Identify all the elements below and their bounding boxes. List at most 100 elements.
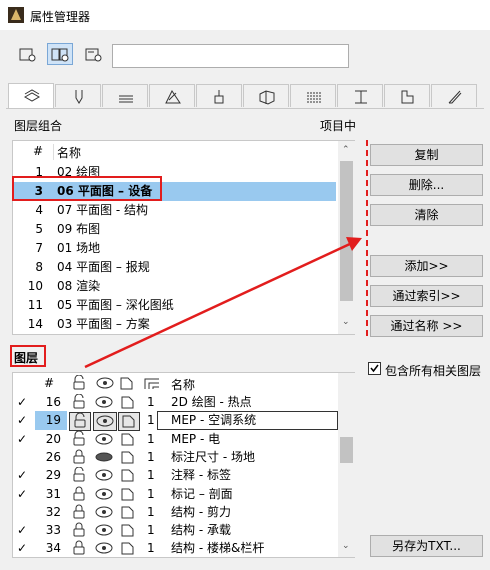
unlock-icon bbox=[73, 430, 85, 446]
layer-wireframe-toggle[interactable] bbox=[118, 431, 138, 448]
layer-lock-toggle[interactable] bbox=[69, 504, 89, 521]
solid-view-icon bbox=[121, 542, 134, 555]
layers-scroll-thumb[interactable] bbox=[340, 437, 353, 463]
lock-icon bbox=[73, 540, 85, 555]
layer-row-name: 结构 - 承载 bbox=[171, 523, 231, 538]
layer-wireframe-toggle[interactable] bbox=[118, 394, 138, 411]
solid-view-icon bbox=[121, 488, 134, 500]
layer-check-icon: ✓ bbox=[17, 541, 28, 556]
layer-intersection-group[interactable]: 1 bbox=[147, 411, 155, 430]
layer-row-name: MEP - 空调系统 bbox=[171, 413, 257, 428]
layer-visibility-toggle[interactable] bbox=[93, 540, 115, 557]
include-related-checkbox[interactable] bbox=[368, 362, 381, 375]
layer-intersection-group[interactable]: 1 bbox=[147, 539, 155, 558]
lock-icon bbox=[73, 504, 85, 519]
lock-icon bbox=[73, 449, 85, 464]
intersection-column-icon bbox=[144, 378, 159, 389]
layer-row-num: 29 bbox=[45, 468, 61, 483]
layer-row-num: 31 bbox=[45, 486, 61, 501]
layer-wireframe-toggle[interactable] bbox=[118, 522, 138, 539]
layer-row-name: 结构 - 楼梯&栏杆 bbox=[171, 541, 265, 556]
layer-row[interactable]: ✓ 31 1 标记 – 剖面 bbox=[13, 485, 336, 504]
layer-row[interactable]: ✓ 33 1 结构 - 承载 bbox=[13, 521, 336, 540]
layer-lock-toggle[interactable] bbox=[69, 394, 89, 411]
layer-row[interactable]: 32 1 结构 - 剪力 bbox=[13, 503, 336, 522]
layer-visibility-toggle[interactable] bbox=[93, 412, 117, 432]
layer-wireframe-toggle[interactable] bbox=[118, 449, 138, 466]
solid-view-icon bbox=[121, 469, 134, 482]
layer-row-num: 32 bbox=[45, 504, 61, 519]
layers-header-num: # bbox=[44, 376, 55, 390]
layer-check-icon: ✓ bbox=[17, 413, 28, 428]
layers-label: 图层 bbox=[14, 351, 39, 365]
unlock-icon bbox=[73, 467, 85, 482]
layer-intersection-group[interactable]: 1 bbox=[147, 448, 155, 467]
layer-row[interactable]: ✓ 19 1 MEP - 空调系统 bbox=[13, 411, 338, 432]
layer-row-num: 26 bbox=[45, 449, 61, 464]
eye-icon bbox=[95, 469, 113, 481]
layer-wireframe-toggle[interactable] bbox=[118, 486, 138, 503]
wireframe-column-icon bbox=[120, 377, 133, 390]
layer-visibility-toggle[interactable] bbox=[93, 449, 115, 466]
layer-row-name: 标注尺寸 - 场地 bbox=[171, 449, 255, 464]
eye-icon bbox=[95, 433, 113, 445]
layer-wireframe-toggle[interactable] bbox=[118, 540, 138, 557]
layer-wireframe-toggle[interactable] bbox=[118, 412, 140, 432]
layer-intersection-group[interactable]: 1 bbox=[147, 485, 155, 504]
eye-icon bbox=[95, 542, 113, 554]
scroll-down-icon[interactable]: ⌄ bbox=[342, 541, 350, 551]
layer-lock-toggle[interactable] bbox=[69, 522, 89, 539]
layer-row-name: 结构 - 剪力 bbox=[171, 504, 231, 519]
layer-row-num: 33 bbox=[45, 523, 61, 538]
layer-intersection-group[interactable]: 1 bbox=[147, 430, 155, 449]
save-as-txt-button[interactable]: 另存为TXT... bbox=[370, 535, 483, 557]
layer-row[interactable]: 26 1 标注尺寸 - 场地 bbox=[13, 448, 336, 467]
layers-list[interactable]: # 名称 ✓ 16 1 2D 绘图 - 热点 ✓ 19 1 MEP - 空调系统 ✓ 20 1 MEP… bbox=[12, 372, 355, 558]
layer-wireframe-toggle[interactable] bbox=[118, 467, 138, 484]
lock-icon bbox=[73, 486, 85, 500]
layer-wireframe-toggle[interactable] bbox=[118, 504, 138, 521]
layer-visibility-toggle[interactable] bbox=[93, 486, 115, 503]
layer-lock-toggle[interactable] bbox=[69, 467, 89, 484]
layer-intersection-group[interactable]: 1 bbox=[147, 503, 155, 522]
layer-row[interactable]: ✓ 34 1 结构 - 楼梯&栏杆 bbox=[13, 539, 336, 558]
layer-visibility-toggle[interactable] bbox=[93, 394, 115, 411]
layer-row-name: 标记 – 剖面 bbox=[171, 486, 233, 501]
layer-row[interactable]: ✓ 20 1 MEP - 电 bbox=[13, 430, 336, 449]
solid-view-icon bbox=[122, 415, 135, 428]
layer-check-icon: ✓ bbox=[17, 431, 28, 446]
layer-row-name: MEP - 电 bbox=[171, 431, 221, 446]
layer-intersection-group[interactable]: 1 bbox=[147, 466, 155, 485]
layer-lock-toggle[interactable] bbox=[69, 412, 91, 432]
layer-intersection-group[interactable]: 1 bbox=[147, 521, 155, 540]
layer-row-name: 注释 - 标签 bbox=[171, 468, 231, 483]
visibility-column-icon bbox=[96, 377, 114, 389]
layer-lock-toggle[interactable] bbox=[69, 486, 89, 503]
solid-view-icon bbox=[121, 396, 134, 409]
layer-row-num: 20 bbox=[45, 431, 61, 446]
layer-row-num: 34 bbox=[45, 541, 61, 556]
layer-visibility-toggle[interactable] bbox=[93, 467, 115, 484]
eye-icon bbox=[95, 524, 113, 536]
layer-row-name: 2D 绘图 - 热点 bbox=[171, 395, 252, 409]
layer-lock-toggle[interactable] bbox=[69, 430, 89, 448]
include-related-label: 包含所有相关图层 bbox=[385, 364, 482, 378]
layer-visibility-toggle[interactable] bbox=[93, 504, 115, 521]
eye-icon bbox=[95, 488, 113, 499]
layers-scrollbar[interactable]: ⌄ bbox=[338, 373, 355, 557]
lock-icon bbox=[73, 522, 85, 537]
layer-row[interactable]: ✓ 29 1 注释 - 标签 bbox=[13, 466, 336, 485]
unlock-icon bbox=[73, 394, 85, 409]
layer-visibility-toggle[interactable] bbox=[93, 431, 115, 448]
layer-check-icon: ✓ bbox=[17, 523, 28, 538]
layer-visibility-toggle[interactable] bbox=[93, 522, 115, 539]
layer-check-icon: ✓ bbox=[17, 395, 28, 409]
solid-view-icon bbox=[121, 451, 134, 464]
layers-header-name: 名称 bbox=[171, 378, 196, 392]
layer-row[interactable]: ✓ 16 1 2D 绘图 - 热点 bbox=[13, 393, 336, 412]
layer-lock-toggle[interactable] bbox=[69, 540, 89, 557]
unlock-icon bbox=[74, 413, 86, 428]
solid-view-icon bbox=[121, 506, 134, 519]
layer-intersection-group[interactable]: 1 bbox=[147, 393, 155, 412]
layer-lock-toggle[interactable] bbox=[69, 449, 89, 466]
